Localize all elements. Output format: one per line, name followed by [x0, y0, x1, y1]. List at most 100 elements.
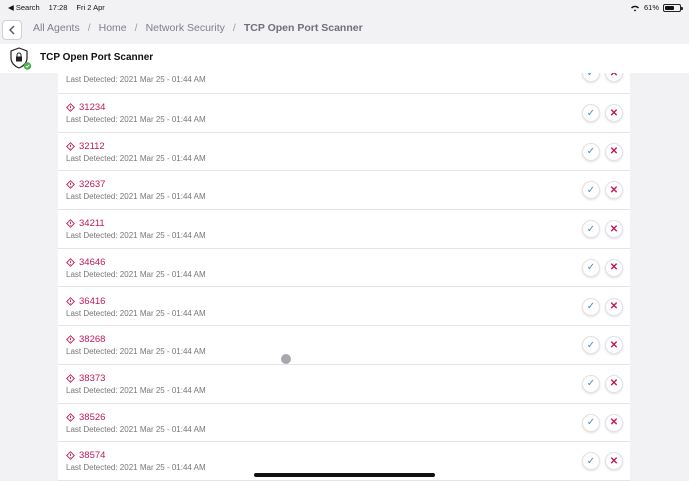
x-icon: ✕	[609, 301, 619, 312]
battery-level	[665, 5, 674, 10]
last-detected-text: Last Detected: 2021 Mar 25 - 01:44 AM	[66, 115, 206, 124]
last-detected-text: Last Detected: 2021 Mar 25 - 01:44 AM	[66, 75, 206, 84]
dismiss-button[interactable]: ✕	[605, 220, 623, 239]
accept-button[interactable]: ✓	[582, 452, 600, 471]
dismiss-button[interactable]: ✕	[605, 336, 623, 355]
accept-button[interactable]: ✓	[582, 374, 600, 393]
port-number[interactable]: 34646	[66, 257, 105, 268]
breadcrumb-separator: /	[87, 22, 91, 34]
list-item[interactable]: 34211 Last Detected: 2021 Mar 25 - 01:44 …	[58, 210, 630, 249]
accept-button[interactable]: ✓	[582, 336, 600, 355]
port-number[interactable]: 38373	[66, 373, 105, 384]
list-item[interactable]: 31234 Last Detected: 2021 Mar 25 - 01:44 …	[58, 94, 630, 133]
breadcrumb-separator: /	[134, 22, 138, 34]
status-bar: ◀ Search 17:28 Fri 2 Apr 61%	[0, 0, 689, 14]
diamond-warning-icon	[66, 180, 75, 190]
last-detected-text: Last Detected: 2021 Mar 25 - 01:44 AM	[66, 347, 206, 357]
checkmark-icon: ✓	[586, 455, 596, 467]
checkmark-icon: ✓	[586, 184, 596, 196]
diamond-warning-icon	[66, 296, 75, 306]
back-to-search-link[interactable]: ◀ Search	[8, 3, 40, 12]
dismiss-button[interactable]: ✕	[605, 374, 623, 393]
dismiss-button[interactable]: ✕	[605, 258, 623, 277]
accept-button[interactable]: ✓	[582, 413, 600, 432]
list-item[interactable]: 34646 Last Detected: 2021 Mar 25 - 01:44 …	[58, 249, 630, 288]
breadcrumb-home[interactable]: Home	[99, 22, 127, 34]
x-icon: ✕	[609, 417, 619, 429]
diamond-warning-icon	[66, 335, 75, 345]
port-number[interactable]: 32637	[66, 179, 105, 190]
diamond-warning-icon	[66, 373, 75, 383]
port-number[interactable]: 36416	[66, 296, 105, 307]
back-button[interactable]	[2, 20, 22, 40]
list-item[interactable]: 32637 Last Detected: 2021 Mar 25 - 01:44 …	[58, 171, 630, 211]
breadcrumb: All Agents / Home / Network Security / T…	[33, 22, 363, 34]
port-number[interactable]: 38526	[66, 412, 105, 423]
port-number[interactable]: 38268	[66, 334, 105, 345]
x-icon: ✕	[609, 73, 619, 79]
date: Fri 2 Apr	[76, 3, 105, 12]
dismiss-button[interactable]: ✕	[605, 142, 623, 161]
home-indicator[interactable]	[254, 473, 435, 477]
x-icon: ✕	[609, 223, 619, 235]
x-icon: ✕	[609, 107, 619, 119]
breadcrumb-separator: /	[232, 22, 236, 34]
last-detected-text: Last Detected: 2021 Mar 25 - 01:44 AM	[66, 385, 206, 395]
x-icon: ✕	[609, 262, 619, 274]
dismiss-button[interactable]: ✕	[605, 73, 623, 82]
list-item[interactable]: 38268 Last Detected: 2021 Mar 25 - 01:44 …	[58, 326, 630, 365]
list-item[interactable]: Last Detected: 2021 Mar 25 - 01:44 AM ✓ …	[58, 73, 630, 94]
dismiss-button[interactable]: ✕	[605, 181, 623, 200]
x-icon: ✕	[609, 339, 619, 351]
last-detected-text: Last Detected: 2021 Mar 25 - 01:44 AM	[66, 308, 206, 318]
accept-button[interactable]: ✓	[582, 220, 600, 239]
port-label: 34646	[79, 256, 106, 268]
diamond-warning-icon	[66, 412, 75, 422]
shield-lock-icon	[10, 47, 32, 70]
last-detected-text: Last Detected: 2021 Mar 25 - 01:44 AM	[66, 231, 206, 241]
port-number[interactable]: 34211	[66, 218, 105, 229]
page-title: TCP Open Port Scanner	[40, 52, 154, 63]
list-item[interactable]: 38526 Last Detected: 2021 Mar 25 - 01:44 …	[58, 404, 630, 443]
checkmark-icon: ✓	[586, 107, 596, 119]
port-number[interactable]: 32112	[66, 141, 105, 152]
port-label: 32637	[79, 179, 106, 191]
wifi-icon	[630, 5, 639, 11]
dismiss-button[interactable]: ✕	[605, 104, 623, 122]
dismiss-button[interactable]: ✕	[605, 452, 623, 471]
dismiss-button[interactable]: ✕	[605, 413, 623, 432]
checkmark-icon: ✓	[586, 378, 596, 390]
x-icon: ✕	[609, 378, 619, 390]
chevron-left-icon	[9, 25, 15, 35]
diamond-warning-icon	[66, 257, 75, 267]
port-label: 38526	[79, 411, 106, 423]
list-item[interactable]: 38373 Last Detected: 2021 Mar 25 - 01:44 …	[58, 365, 630, 404]
x-icon: ✕	[609, 455, 619, 467]
diamond-warning-icon	[66, 141, 75, 151]
last-detected-text: Last Detected: 2021 Mar 25 - 01:44 AM	[66, 424, 206, 434]
battery-percent: 61%	[643, 3, 659, 12]
port-number[interactable]: 38574	[66, 450, 105, 461]
accept-button[interactable]: ✓	[582, 181, 600, 200]
port-label: 38373	[79, 372, 106, 384]
x-icon: ✕	[609, 146, 619, 158]
accept-button[interactable]: ✓	[582, 142, 600, 161]
port-label: 38268	[79, 334, 106, 346]
touch-indicator	[281, 354, 291, 364]
port-label: 32112	[79, 140, 105, 152]
port-number[interactable]: 31234	[66, 102, 105, 113]
accept-button[interactable]: ✓	[582, 73, 600, 82]
accept-button[interactable]: ✓	[582, 258, 600, 277]
list-item[interactable]: 32112 Last Detected: 2021 Mar 25 - 01:44 …	[58, 133, 630, 172]
port-list[interactable]: Last Detected: 2021 Mar 25 - 01:44 AM ✓ …	[58, 73, 630, 481]
list-item[interactable]: 36416 Last Detected: 2021 Mar 25 - 01:44 …	[58, 288, 630, 327]
dismiss-button[interactable]: ✕	[605, 297, 623, 316]
accept-button[interactable]: ✓	[582, 297, 600, 316]
port-label: 31234	[79, 102, 106, 113]
checkmark-icon: ✓	[586, 146, 596, 158]
breadcrumb-network-security[interactable]: Network Security	[146, 22, 225, 34]
page-header: TCP Open Port Scanner	[0, 44, 689, 73]
accept-button[interactable]: ✓	[582, 104, 600, 122]
checkmark-icon: ✓	[586, 262, 596, 274]
breadcrumb-all-agents[interactable]: All Agents	[33, 22, 80, 34]
